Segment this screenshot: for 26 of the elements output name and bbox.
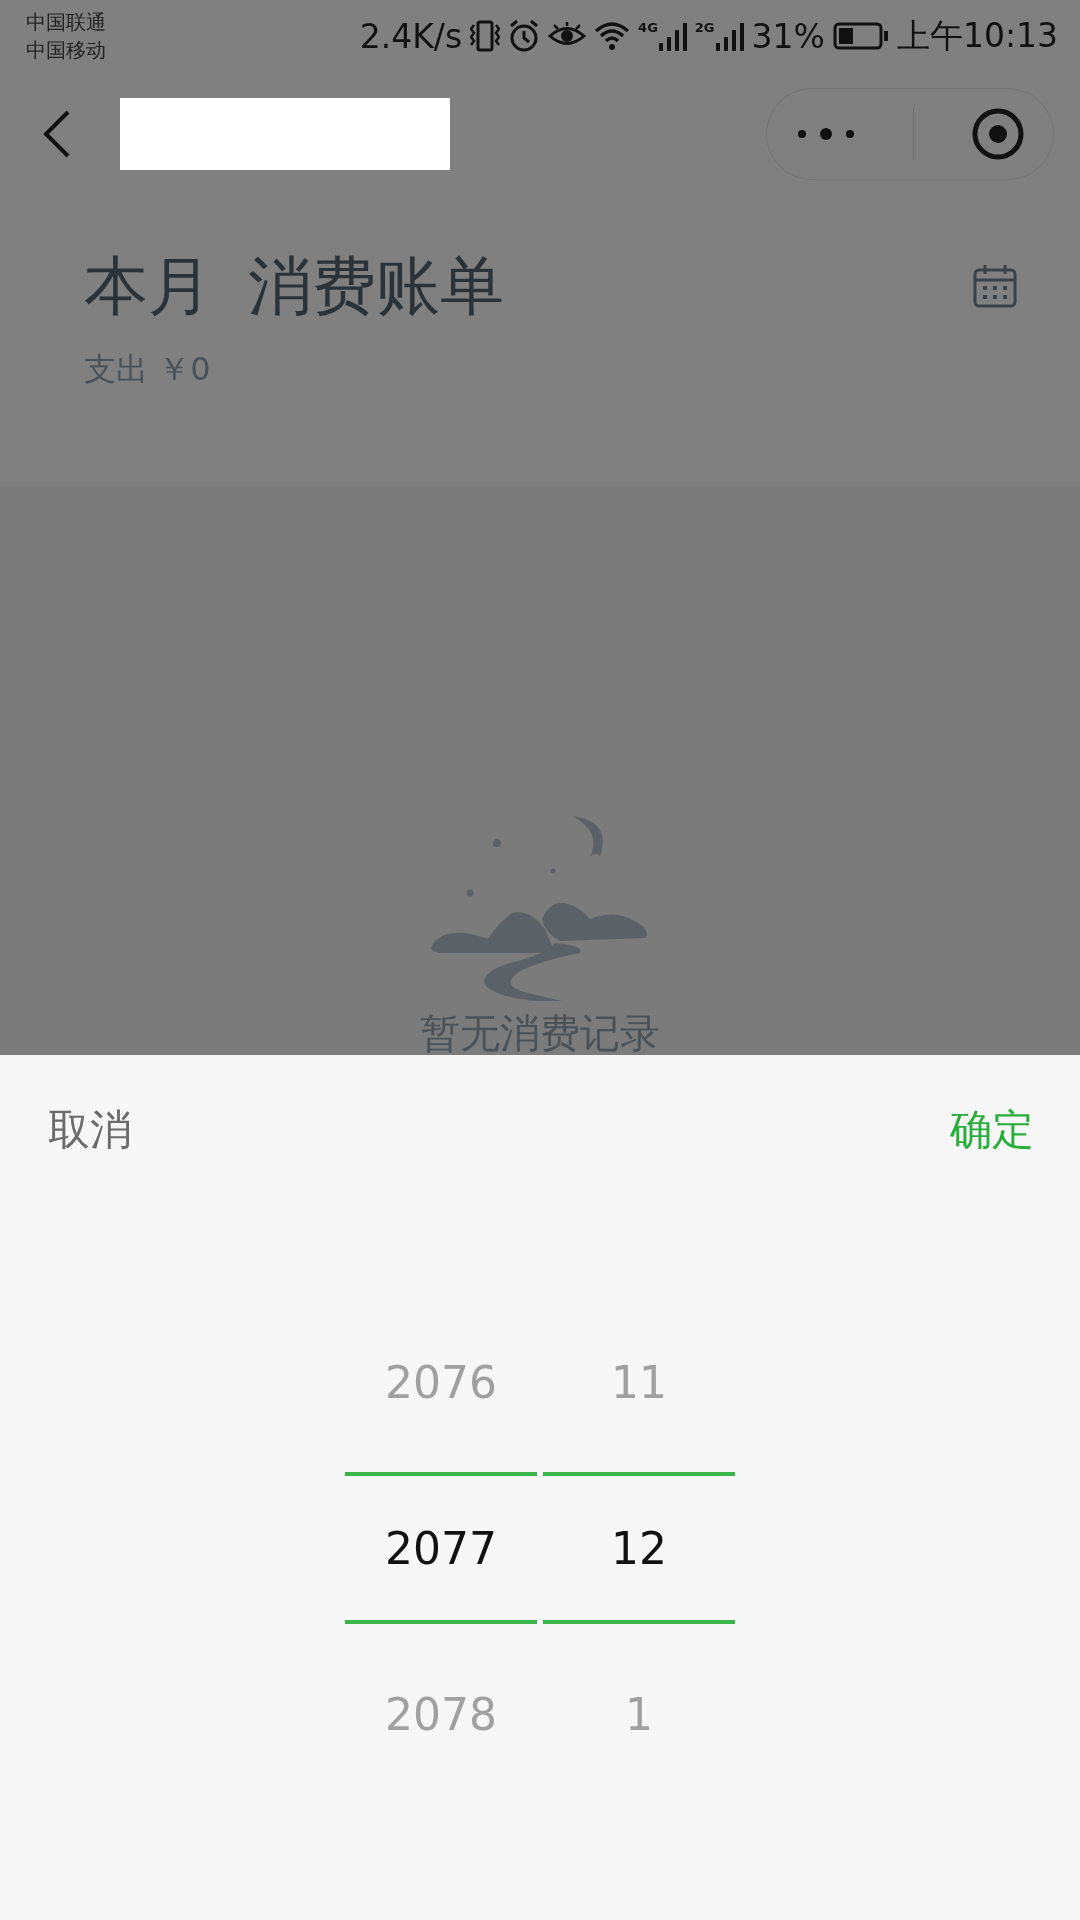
battery-icon xyxy=(832,22,889,50)
signal-icon xyxy=(715,21,744,51)
carrier-name: 中国移动 xyxy=(26,37,106,64)
vibrate-icon xyxy=(470,19,501,53)
network-type-label: 2G xyxy=(694,21,715,35)
close-icon[interactable] xyxy=(970,107,1025,161)
carrier-name: 中国联通 xyxy=(26,9,106,36)
page-title: 本月 xyxy=(84,248,212,325)
network-speed: 2.4K/s xyxy=(359,16,463,56)
network-type-label: 4G xyxy=(638,21,658,35)
page-title: 消费账单 xyxy=(248,248,504,325)
picker-option[interactable]: 1 xyxy=(543,1624,735,1804)
picker-option[interactable]: 2077 xyxy=(345,1472,537,1624)
cancel-button[interactable]: 取消 xyxy=(48,1102,132,1158)
clock-time: 上午10:13 xyxy=(896,14,1058,57)
alarm-icon xyxy=(508,19,541,53)
picker-option[interactable]: 2078 xyxy=(345,1624,537,1804)
wifi-icon xyxy=(594,21,631,51)
back-icon[interactable] xyxy=(42,109,72,159)
calendar-icon[interactable] xyxy=(972,263,1018,309)
signal-icon xyxy=(658,21,687,51)
picker-option[interactable]: 2076 xyxy=(345,1292,537,1472)
confirm-button[interactable]: 确定 xyxy=(950,1102,1034,1158)
picker-option[interactable]: 11 xyxy=(543,1292,735,1472)
battery-percent: 31% xyxy=(751,16,825,56)
picker-option[interactable]: 12 xyxy=(543,1472,735,1624)
